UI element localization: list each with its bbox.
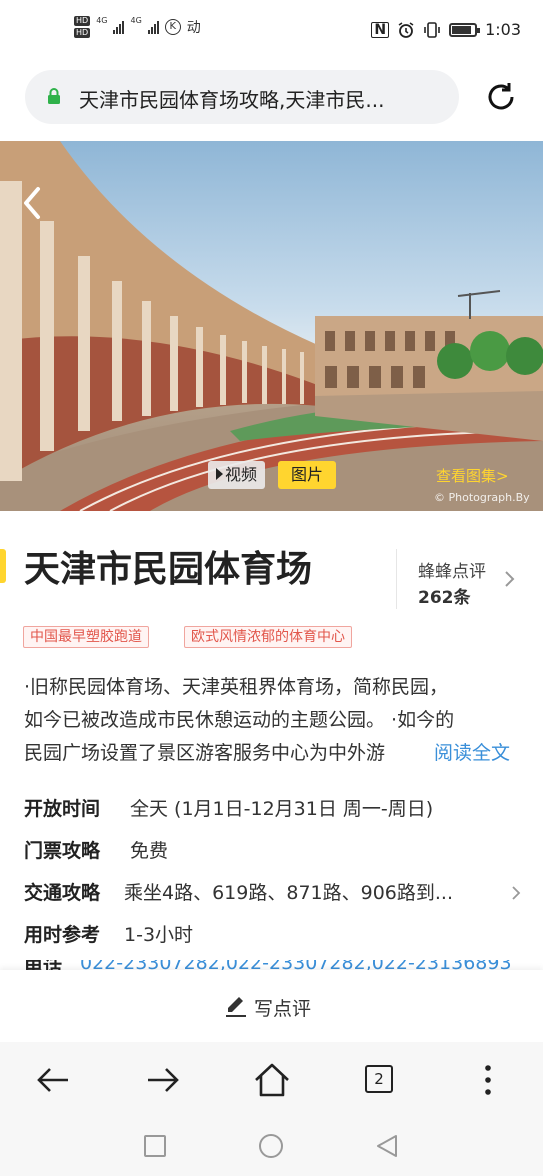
nav-back-icon[interactable] <box>34 1060 74 1100</box>
hd-icon: HD HD <box>74 16 91 38</box>
info-label-transport[interactable]: 交通攻略 <box>24 878 100 905</box>
play-icon <box>216 468 223 480</box>
nfc-icon: N <box>371 21 390 38</box>
description-line: 如今已被改造成市民休憩运动的主题公园。 ·如今的 <box>24 709 455 731</box>
hero-image[interactable]: 视频 图片 查看图集> © Photograph.By <box>0 141 543 511</box>
info-value-duration: 1-3小时 <box>124 924 194 946</box>
nav-forward-icon[interactable] <box>142 1060 182 1100</box>
write-review-label[interactable]: 写点评 <box>254 994 311 1021</box>
network-2: 4G <box>130 16 142 25</box>
status-time: 1:03 <box>485 20 521 39</box>
pen-icon <box>226 997 246 1017</box>
rating-count[interactable]: 262条 <box>418 583 471 608</box>
home-icon[interactable] <box>252 1060 292 1100</box>
info-label-hours: 开放时间 <box>24 798 101 820</box>
system-back-icon[interactable] <box>374 1133 400 1159</box>
info-value-hours: 全天 (1月1日-12月31日 周一-周日) <box>130 798 434 820</box>
lock-icon <box>48 88 60 104</box>
feature-tag: 欧式风情浓郁的体育中心 <box>184 626 352 648</box>
description-fade <box>398 734 438 764</box>
video-label: 视频 <box>225 465 258 484</box>
photo-tab[interactable]: 图片 <box>278 461 336 489</box>
divider <box>396 549 397 609</box>
status-bar: HD HD 4G 4G K 动 N 1:03 <box>0 0 543 62</box>
info-value-ticket: 免费 <box>130 840 169 862</box>
browser-toolbar <box>0 1042 543 1118</box>
info-label-duration: 用时参考 <box>24 924 101 946</box>
address-bar[interactable]: 天津市民园体育场攻略,天津市民... <box>25 70 459 124</box>
more-icon[interactable] <box>468 1060 508 1100</box>
alarm-icon <box>398 21 414 38</box>
rating-label[interactable]: 蜂蜂点评 <box>418 557 486 582</box>
description-line: ·旧称民园体育场、天津英租界体育场，简称民园， <box>24 676 449 698</box>
stadium-photo <box>0 141 543 511</box>
battery-icon <box>449 22 481 37</box>
network-1: 4G <box>96 16 108 25</box>
status-right: N 1:03 <box>371 20 521 39</box>
video-tab[interactable]: 视频 <box>208 461 266 489</box>
back-arrow-icon[interactable] <box>20 186 44 220</box>
motion-icon: 动 <box>186 20 201 36</box>
vibrate-icon <box>424 21 440 38</box>
info-label-ticket: 门票攻略 <box>24 840 101 862</box>
view-gallery-link[interactable]: 查看图集> <box>436 465 509 486</box>
photo-credit: © Photograph.By <box>434 491 530 504</box>
chevron-right-icon[interactable] <box>511 885 521 901</box>
signal-icon <box>113 20 125 34</box>
write-review-bar[interactable]: 写点评 <box>0 970 543 1042</box>
info-value-transport[interactable]: 乘坐4路、619路、871路、906路到... <box>124 878 494 905</box>
title-accent <box>0 549 6 583</box>
chevron-right-icon[interactable] <box>503 570 515 588</box>
reload-icon[interactable] <box>482 78 520 116</box>
read-more-link[interactable]: 阅读全文 <box>434 738 511 765</box>
feature-tag: 中国最早塑胶跑道 <box>23 626 149 648</box>
home-circle-icon[interactable] <box>258 1133 284 1159</box>
k-icon: K <box>164 19 181 35</box>
recent-apps-icon[interactable] <box>143 1134 167 1158</box>
status-left: HD HD 4G 4G K 动 <box>74 16 201 38</box>
description-line: 民园广场设置了景区游客服务中心为中外游 <box>24 742 386 764</box>
url-text[interactable]: 天津市民园体育场攻略,天津市民... <box>79 84 449 113</box>
system-nav-bar <box>0 1118 543 1176</box>
signal-icon-2 <box>147 20 159 34</box>
tab-count-button[interactable]: 2 <box>365 1065 393 1093</box>
page-title: 天津市民园体育场 <box>24 549 313 590</box>
